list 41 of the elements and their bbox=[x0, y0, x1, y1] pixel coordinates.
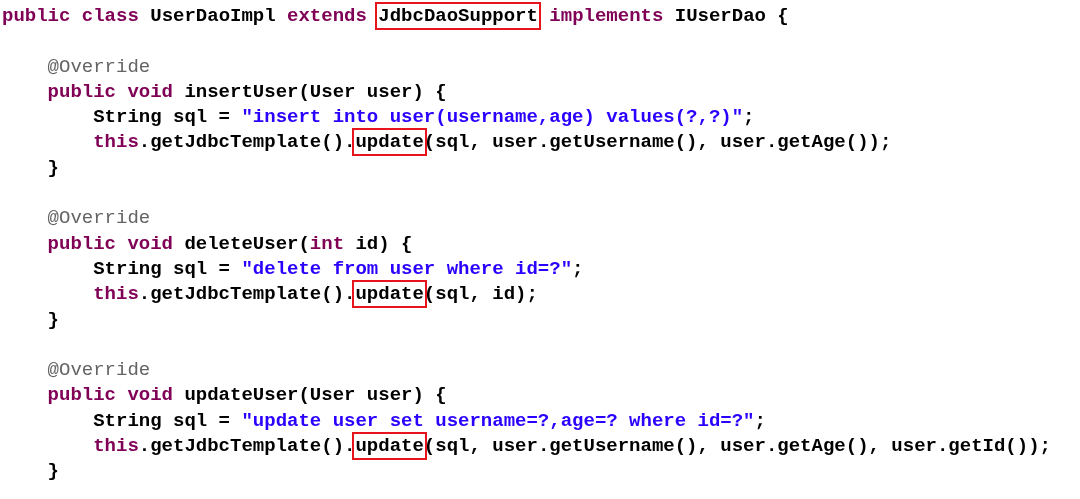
string-literal: "insert into user(username,age) values(?,?)" bbox=[241, 106, 744, 129]
keyword: public void bbox=[47, 80, 173, 103]
code-text: updateUser(User user) { bbox=[183, 384, 447, 407]
highlighted-code: update bbox=[355, 283, 424, 306]
keyword: public void bbox=[47, 232, 173, 255]
code-text: ; bbox=[572, 257, 584, 280]
code-text: String sql = bbox=[93, 257, 231, 280]
code-text: String sql = bbox=[93, 409, 231, 432]
keyword: int bbox=[309, 232, 345, 255]
keyword: implements bbox=[548, 5, 664, 27]
code-text: UserDaoImpl bbox=[149, 5, 277, 27]
code-text: IUserDao { bbox=[673, 5, 789, 27]
highlighted-code: update bbox=[355, 435, 424, 458]
code-text: } bbox=[47, 460, 59, 483]
keyword: extends bbox=[287, 5, 368, 27]
code-text: (sql, id); bbox=[423, 283, 538, 306]
string-literal: "delete from user where id=?" bbox=[241, 257, 573, 280]
code-text: id) { bbox=[354, 232, 413, 255]
keyword: public void bbox=[47, 384, 173, 407]
code-text: String sql = bbox=[93, 106, 231, 129]
string-literal: "update user set username=?,age=? where id=?" bbox=[241, 409, 755, 432]
keyword: this bbox=[93, 283, 139, 306]
keyword: public class bbox=[2, 5, 139, 27]
keyword: this bbox=[93, 131, 139, 154]
code-text: .getJdbcTemplate(). bbox=[138, 131, 356, 154]
keyword: this bbox=[93, 435, 139, 458]
annotation: @Override bbox=[47, 359, 151, 382]
annotation: @Override bbox=[47, 55, 151, 78]
annotation: @Override bbox=[47, 207, 151, 230]
code-text: deleteUser( bbox=[183, 232, 310, 255]
code-text: ; bbox=[754, 409, 766, 432]
code-text: (sql, user.getUsername(), user.getAge()); bbox=[423, 131, 892, 154]
highlighted-code: JdbcDaoSupport bbox=[378, 5, 538, 27]
code-text: insertUser(User user) { bbox=[183, 80, 447, 103]
code-text: ; bbox=[743, 106, 755, 129]
code-text: (sql, user.getUsername(), user.getAge(), user.getId()); bbox=[423, 435, 1051, 458]
code-text: .getJdbcTemplate(). bbox=[138, 283, 356, 306]
code-text: .getJdbcTemplate(). bbox=[138, 435, 356, 458]
code-text: } bbox=[47, 308, 59, 331]
highlighted-code: update bbox=[355, 131, 424, 154]
code-text: } bbox=[47, 156, 59, 179]
